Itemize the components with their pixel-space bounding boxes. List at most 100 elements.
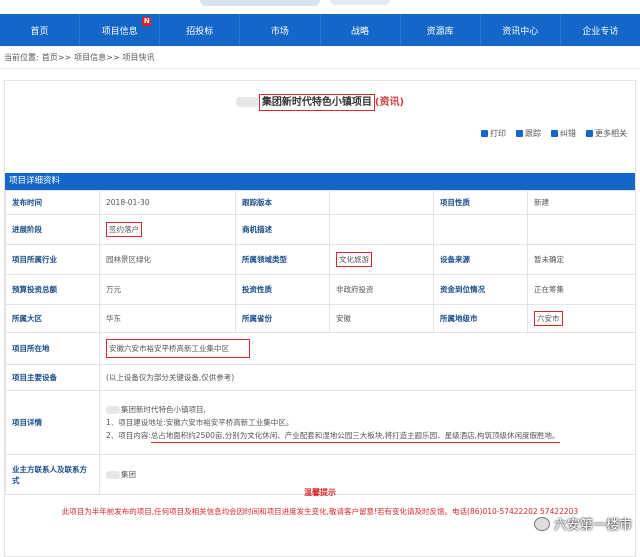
print-button[interactable]: 打印 xyxy=(481,128,506,139)
value-cell: 六安市 xyxy=(527,304,636,333)
detail-line-label: 2、项目内容: xyxy=(106,430,151,440)
site-logo-secondary xyxy=(330,0,390,5)
value-cell: 非政府投资 xyxy=(329,274,434,305)
label-cell: 预算投资总额 xyxy=(5,274,100,305)
label-cell: 项目主要设备 xyxy=(5,364,100,391)
label-cell: 所属地级市 xyxy=(433,304,528,333)
action-bar: 打印 跟踪 纠错 更多相关 xyxy=(481,128,627,139)
value-cell: 安徽六安市裕安平桥高新工业集中区 xyxy=(99,332,636,365)
breadcrumb-prefix: 当前位置: xyxy=(4,52,39,62)
value-cell xyxy=(329,214,434,245)
value-cell: 2018-01-30 xyxy=(99,190,236,215)
notice-box: 温馨提示 此项目为半年前发布的项目,任何项目及相关信息均会因时间和项目进度发生变… xyxy=(5,487,635,517)
domain-highlight: 文化旅游 xyxy=(336,252,372,267)
table-row: 项目所属行业 园林景区绿化 所属领域类型 文化旅游 设备来源 暂未确定 xyxy=(5,244,636,275)
nav-item-label: 项目信息 xyxy=(101,26,138,37)
breadcrumb-sep: >> xyxy=(106,52,120,62)
detail-line-text: 集团新时代特色小镇项目, xyxy=(121,404,206,414)
label-cell: 项目所属行业 xyxy=(5,244,100,275)
value-cell: (以上设备仅为部分关键设备,仅供参考) xyxy=(99,364,636,391)
correct-label: 纠错 xyxy=(560,129,576,138)
label-cell: 所属省份 xyxy=(235,304,330,333)
more-related-button[interactable]: 更多相关 xyxy=(586,128,627,139)
detail-line: 2、项目内容:总占地面积约2500亩,分别为文化休闲、产业配套和湿地公园三大板块… xyxy=(106,429,629,443)
redacted-text xyxy=(106,471,120,479)
value-cell: 园林景区绿化 xyxy=(99,244,236,275)
top-banner xyxy=(0,0,640,14)
print-icon xyxy=(481,130,488,137)
nav-item-resources[interactable]: 资源库 xyxy=(401,14,481,46)
page-title: 集团新时代特色小镇项目 (资讯) xyxy=(5,93,635,111)
value-cell: 暂未确定 xyxy=(527,244,636,275)
value-cell: 华东 xyxy=(99,304,236,333)
value-cell xyxy=(527,214,636,245)
table-row: 项目所在地 安徽六安市裕安平桥高新工业集中区 xyxy=(5,332,636,365)
detail-table: 发布时间 2018-01-30 跟踪版本 项目性质 新建 进展阶段 签约落户 商… xyxy=(5,190,636,495)
title-highlight: 集团新时代特色小镇项目 xyxy=(258,94,375,111)
table-row: 进展阶段 签约落户 商机描述 xyxy=(5,214,636,245)
value-cell: 新建 xyxy=(527,190,636,215)
label-cell: 资金到位情况 xyxy=(433,274,528,305)
table-row: 所属大区 华东 所属省份 安徽 所属地级市 六安市 xyxy=(5,304,636,333)
new-badge: N xyxy=(142,17,152,26)
label-cell: 商机描述 xyxy=(235,214,330,245)
label-cell: 项目详情 xyxy=(5,390,100,455)
nav-item-home[interactable]: 首页 xyxy=(0,14,81,46)
breadcrumb-sep: >> xyxy=(57,52,72,62)
nav-item-projects[interactable]: 项目信息 N xyxy=(80,14,161,46)
breadcrumb-quicknews-link[interactable]: 项目快讯 xyxy=(123,52,155,63)
value-cell: 签约落户 xyxy=(99,214,236,245)
print-label: 打印 xyxy=(490,129,506,138)
track-label: 跟踪 xyxy=(525,129,541,138)
label-cell: 项目性质 xyxy=(433,190,528,215)
table-row: 项目详情 集团新时代特色小镇项目, 1、项目建设地址:安徽六安市裕安平桥高新工业… xyxy=(5,390,636,455)
value-cell: 正在筹集 xyxy=(527,274,636,305)
breadcrumb-home-link[interactable]: 首页 xyxy=(42,52,58,63)
label-cell xyxy=(433,214,528,245)
more-icon xyxy=(586,130,593,137)
notice-title: 温馨提示 xyxy=(304,488,336,497)
label-cell: 进展阶段 xyxy=(5,214,100,245)
owner-text: 集团 xyxy=(121,470,136,479)
correct-button[interactable]: 纠错 xyxy=(551,128,576,139)
breadcrumb: 当前位置: 首页 >> 项目信息 >> 项目快讯 xyxy=(0,46,640,69)
value-cell: 万元 xyxy=(99,274,236,305)
detail-line: 1、项目建设地址:安徽六安市裕安平桥高新工业集中区。 xyxy=(106,417,294,427)
nav-item-strategy[interactable]: 战略 xyxy=(321,14,401,46)
project-card: 集团新时代特色小镇项目 (资讯) 打印 跟踪 纠错 更多相关 项目详细资料 发布时… xyxy=(4,80,636,557)
watermark-text: 六安第一楼市 xyxy=(553,518,632,533)
title-suffix: (资讯) xyxy=(374,97,405,108)
more-label: 更多相关 xyxy=(595,129,627,138)
value-cell: 安徽 xyxy=(329,304,434,333)
label-cell: 跟踪版本 xyxy=(235,190,330,215)
label-cell: 所属领域类型 xyxy=(235,244,330,275)
nav-item-interviews[interactable]: 企业专访 xyxy=(561,14,640,46)
label-cell: 投资性质 xyxy=(235,274,330,305)
value-cell: 文化旅游 xyxy=(329,244,434,275)
redacted-text xyxy=(106,405,120,414)
value-cell: 集团新时代特色小镇项目, 1、项目建设地址:安徽六安市裕安平桥高新工业集中区。 … xyxy=(99,390,636,455)
detail-line: 集团新时代特色小镇项目, xyxy=(106,403,629,416)
redacted-text xyxy=(235,97,258,107)
section-header: 项目详细资料 xyxy=(5,173,635,190)
detail-line-highlight: 总占地面积约2500亩,分别为文化休闲、产业配套和湿地公园三大板块,将打造主题乐… xyxy=(150,429,560,443)
label-cell: 所属大区 xyxy=(5,304,100,333)
location-highlight: 安徽六安市裕安平桥高新工业集中区 xyxy=(106,339,250,358)
nav-item-bidding[interactable]: 招投标 xyxy=(160,14,241,46)
track-icon xyxy=(516,130,523,137)
city-highlight: 六安市 xyxy=(534,311,563,326)
value-cell xyxy=(329,190,434,215)
table-row: 项目主要设备 (以上设备仅为部分关键设备,仅供参考) xyxy=(5,364,636,391)
breadcrumb-projects-link[interactable]: 项目信息 xyxy=(74,52,106,63)
main-nav: 首页 项目信息 N 招投标 市场 战略 资源库 资讯中心 企业专访 xyxy=(0,14,640,46)
wechat-icon xyxy=(533,516,550,531)
label-cell: 发布时间 xyxy=(5,190,100,215)
table-row: 预算投资总额 万元 投资性质 非政府投资 资金到位情况 正在筹集 xyxy=(5,274,636,305)
stage-highlight: 签约落户 xyxy=(106,222,142,237)
label-cell: 项目所在地 xyxy=(5,332,100,365)
nav-item-market[interactable]: 市场 xyxy=(240,14,321,46)
label-cell: 设备来源 xyxy=(433,244,528,275)
site-logo xyxy=(200,0,320,6)
nav-item-news[interactable]: 资讯中心 xyxy=(481,14,561,46)
track-button[interactable]: 跟踪 xyxy=(516,128,541,139)
